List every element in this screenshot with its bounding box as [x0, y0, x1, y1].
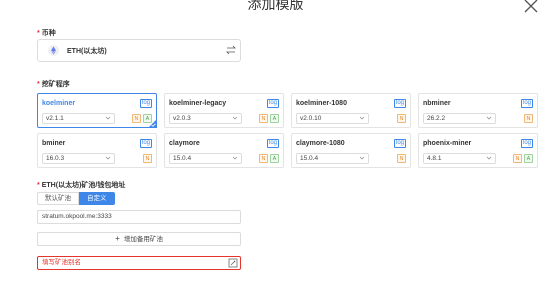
- check-icon: [151, 123, 156, 127]
- tag-n: N: [397, 154, 406, 163]
- pool-label: * ETH(以太坊)矿池/钱包地址: [37, 182, 126, 189]
- miner-card-koelminer-legacy[interactable]: koelminer-legacy log v2.0.3 N A: [164, 93, 284, 128]
- tag-n: N: [397, 114, 406, 123]
- ethereum-icon: [48, 45, 59, 56]
- chevron-down-icon: [486, 156, 492, 160]
- coin-name: ETH(以太坊): [67, 47, 107, 55]
- chevron-down-icon: [486, 116, 492, 120]
- version-select[interactable]: 15.0.4: [169, 153, 242, 164]
- tag-a: A: [270, 114, 279, 123]
- miner-name: koelminer-1080: [296, 100, 347, 107]
- miner-name: bminer: [42, 140, 66, 147]
- chevron-down-icon: [359, 156, 365, 160]
- tag-n: N: [513, 154, 522, 163]
- version-select[interactable]: v2.1.1: [42, 113, 115, 124]
- chevron-down-icon: [105, 156, 111, 160]
- chevron-down-icon: [232, 156, 238, 160]
- log-badge[interactable]: log: [266, 99, 279, 108]
- add-backup-pool-label: 增加备用矿池: [123, 236, 163, 243]
- tab-custom-pool[interactable]: 自定义: [79, 192, 115, 205]
- version-value: v2.1.1: [46, 115, 64, 122]
- version-value: v2.0.10: [300, 115, 322, 122]
- add-backup-pool-button[interactable]: + 增加备用矿池: [37, 232, 241, 246]
- log-badge[interactable]: log: [266, 139, 279, 148]
- coin-selector[interactable]: ETH(以太坊): [37, 39, 241, 62]
- version-value: 4.8.1: [427, 155, 442, 162]
- log-badge[interactable]: log: [393, 99, 406, 108]
- miner-name: claymore: [169, 140, 200, 147]
- log-badge[interactable]: log: [393, 139, 406, 148]
- tag-n: N: [259, 114, 268, 123]
- version-select[interactable]: 4.8.1: [423, 153, 496, 164]
- miner-card-bminer[interactable]: bminer log 16.0.3 N: [37, 133, 157, 168]
- miner-name: phoenix-miner: [423, 140, 472, 147]
- pool-address-input[interactable]: stratum.okpool.me:3333: [37, 210, 241, 224]
- edit-icon[interactable]: [228, 258, 238, 268]
- miner-card-claymore-1080[interactable]: claymore-1080 log 15.0.4 N: [291, 133, 411, 168]
- coin-label: * 币种: [37, 30, 56, 37]
- version-value: 15.0.4: [300, 155, 319, 162]
- miner-card-koelminer-1080[interactable]: koelminer-1080 log v2.0.10 N: [291, 93, 411, 128]
- miner-card-claymore[interactable]: claymore log 15.0.4 N A: [164, 133, 284, 168]
- version-select[interactable]: 15.0.4: [296, 153, 369, 164]
- tag-n: N: [524, 114, 533, 123]
- version-value: 16.0.3: [46, 155, 65, 162]
- pool-alias-placeholder: 填写矿池别名: [42, 259, 81, 266]
- miner-name: koelminer-legacy: [169, 100, 227, 107]
- tag-a: A: [524, 154, 533, 163]
- dialog-title: 添加模版: [247, 0, 304, 12]
- log-badge[interactable]: log: [139, 99, 152, 108]
- version-value: v2.0.3: [173, 115, 191, 122]
- miner-card-koelminer[interactable]: koelminer log v2.1.1 N A: [37, 93, 157, 128]
- miner-name: nbminer: [423, 100, 451, 107]
- version-select[interactable]: v2.0.3: [169, 113, 242, 124]
- chevron-down-icon: [232, 116, 238, 120]
- log-badge[interactable]: log: [139, 139, 152, 148]
- tag-n: N: [143, 154, 152, 163]
- version-select[interactable]: 16.0.3: [42, 153, 115, 164]
- miner-name: claymore-1080: [296, 140, 345, 147]
- version-value: 15.0.4: [173, 155, 192, 162]
- tab-default-pool[interactable]: 默认矿池: [37, 192, 79, 205]
- close-icon[interactable]: [523, 0, 539, 14]
- chevron-down-icon: [105, 116, 111, 120]
- plus-icon: +: [115, 234, 120, 243]
- tag-n: N: [259, 154, 268, 163]
- version-value: 26.2.2: [427, 115, 446, 122]
- version-select[interactable]: v2.0.10: [296, 113, 369, 124]
- tag-n: N: [132, 114, 141, 123]
- miner-card-nbminer[interactable]: nbminer log 26.2.2 N: [418, 93, 538, 128]
- miner-label: * 挖矿程序: [37, 81, 70, 88]
- swap-icon[interactable]: [226, 45, 236, 55]
- tag-a: A: [270, 154, 279, 163]
- miner-name: koelminer: [42, 100, 76, 107]
- log-badge[interactable]: log: [520, 139, 533, 148]
- log-badge[interactable]: log: [520, 99, 533, 108]
- chevron-down-icon: [359, 116, 365, 120]
- pool-mode-toggle: 默认矿池 自定义: [37, 192, 115, 205]
- pool-alias-input[interactable]: 填写矿池别名: [37, 256, 241, 270]
- version-select[interactable]: 26.2.2: [423, 113, 496, 124]
- miner-card-phoenix-miner[interactable]: phoenix-miner log 4.8.1 N A: [418, 133, 538, 168]
